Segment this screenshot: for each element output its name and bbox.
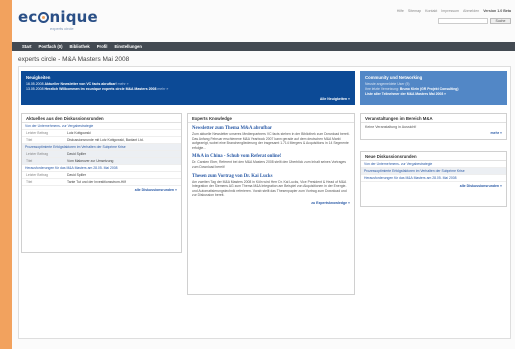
experts-knowledge-box: Experts Knowledge Newsletter zum Thema M…	[187, 113, 355, 295]
discussion-meta: Letzter Beitrag David Spiller	[22, 172, 181, 179]
news-item[interactable]: 13.05.2008 Herzlich Willkommen im ecuniq…	[22, 87, 354, 91]
events-text: Keine Veranstaltung in Aussicht!	[365, 125, 417, 129]
nav-mailbox[interactable]: Postfach (0)	[39, 44, 63, 49]
new-discussion-link[interactable]: Von der Unternehmens- zur Vergabestrateg…	[361, 161, 506, 168]
discussion-link[interactable]: Prozessoptimierte Erfolgsfaktoren im Ver…	[22, 144, 181, 151]
main-content: Neuigkeiten 16.05.2008 Aktueller Newslet…	[18, 66, 511, 339]
link-imprint[interactable]: Impressum	[441, 9, 459, 13]
discussion-link[interactable]: Von der Unternehmens- zur Vergabestrateg…	[22, 123, 181, 130]
page: ec nique experts circle Hilfe Sitemap Kon…	[12, 0, 515, 349]
discussion-meta: Titel Vom Makeover zur Umsetzung	[22, 158, 181, 165]
header: ec nique experts circle Hilfe Sitemap Kon…	[12, 0, 515, 40]
discussion-link[interactable]: Herausforderungen für das M&A Masters am…	[22, 165, 181, 172]
article: Thesen zum Vortrag von Dr. Kai Lucks Am …	[188, 171, 354, 199]
breadcrumb: experts circle - M&A Masters Mai 2008	[18, 56, 130, 63]
search-input[interactable]	[438, 18, 488, 24]
all-new-discussions-link[interactable]: alle Diskussionsrunden »	[361, 182, 506, 190]
article-title[interactable]: Newsletter zum Thema M&A abrufbar	[192, 126, 350, 131]
discussion-meta: Titel Tante Tut und der Investitionsstrom…	[22, 179, 181, 186]
version-label: Version 1.0 Beta	[483, 9, 511, 13]
participants-list-link[interactable]: Liste aller Teilnehmer der M&A Masters M…	[361, 92, 506, 96]
logo[interactable]: ec nique	[18, 8, 98, 26]
all-news-link[interactable]: Alle Neuigkeiten »	[320, 97, 350, 101]
community-box: Community und Networking Neuste angemeld…	[360, 71, 507, 105]
main-nav: Start Postfach (0) Bibliothek Profil Ein…	[12, 42, 515, 51]
last-connection[interactable]: Ihre letzte Vernetzung: Bruno Klein (GR …	[361, 87, 506, 91]
experts-knowledge-link[interactable]: zu Expertsknowledge »	[188, 199, 354, 207]
discussions-box: Aktuelles aus den Diskussionsrunden Von …	[21, 113, 182, 253]
new-users-link[interactable]: Neuste angemeldete User (5)	[361, 82, 506, 86]
top-links: Hilfe Sitemap Kontakt Impressum Abmelden…	[394, 9, 511, 13]
article-text: Zum aktuelle Newsletter unseres Medienpa…	[192, 132, 350, 150]
search-button[interactable]: Suche	[490, 18, 511, 24]
logo-globe-icon	[37, 12, 49, 23]
community-title: Community und Networking	[365, 75, 423, 80]
discussion-meta: Titel Diskussionsrunde mit Lutz Kottgowsk…	[22, 137, 181, 144]
discussion-meta: Letzter Beitrag David Spiller	[22, 151, 181, 158]
news-title: Neuigkeiten	[26, 75, 51, 80]
nav-settings[interactable]: Einstellungen	[114, 44, 141, 49]
nav-start[interactable]: Start	[22, 44, 32, 49]
nav-library[interactable]: Bibliothek	[70, 44, 90, 49]
experts-title: Experts Knowledge	[188, 114, 354, 123]
events-box: Veranstaltungen im Bereich M&A Keine Ver…	[360, 113, 507, 140]
left-accent-bar	[0, 0, 12, 349]
new-discussions-title: Neue Diskussionsrunden	[361, 152, 506, 161]
events-title: Veranstaltungen im Bereich M&A	[361, 114, 506, 123]
news-item[interactable]: 16.05.2008 Aktueller Newsletter von VC f…	[22, 82, 354, 86]
new-discussion-link[interactable]: Prozessoptimierte Erfolgsfaktoren im Ver…	[361, 168, 506, 175]
link-help[interactable]: Hilfe	[397, 9, 404, 13]
article: M&A in China - Schub vom Referat online!…	[188, 151, 354, 170]
new-discussions-box: Neue Diskussionsrunden Von der Unternehm…	[360, 151, 507, 207]
all-discussions-link[interactable]: alle Diskussionsrunden »	[22, 186, 181, 194]
link-contact[interactable]: Kontakt	[425, 9, 437, 13]
discussions-title: Aktuelles aus den Diskussionsrunden	[22, 114, 181, 123]
article-text: Dr. Carsten Eber, Referent bei den M&A M…	[192, 160, 346, 169]
article: Newsletter zum Thema M&A abrufbar Zum ak…	[188, 123, 354, 151]
discussion-meta: Letzter Beitrag Lutz Kottgowski	[22, 130, 181, 137]
news-box: Neuigkeiten 16.05.2008 Aktueller Newslet…	[21, 71, 355, 105]
link-logout[interactable]: Abmelden	[463, 9, 479, 13]
link-sitemap[interactable]: Sitemap	[408, 9, 421, 13]
new-discussion-link[interactable]: Herausforderungen für das M&A Masters am…	[361, 175, 506, 182]
article-title[interactable]: Thesen zum Vortrag von Dr. Kai Lucks	[192, 174, 350, 179]
article-text: Am zweiten Tag der M&A Masters 2008 in K…	[192, 179, 347, 198]
article-title[interactable]: M&A in China - Schub vom Referat online!	[192, 154, 350, 159]
nav-profile[interactable]: Profil	[97, 44, 108, 49]
logo-tagline: experts circle	[50, 26, 74, 31]
events-more-link[interactable]: mehr »	[361, 131, 506, 137]
